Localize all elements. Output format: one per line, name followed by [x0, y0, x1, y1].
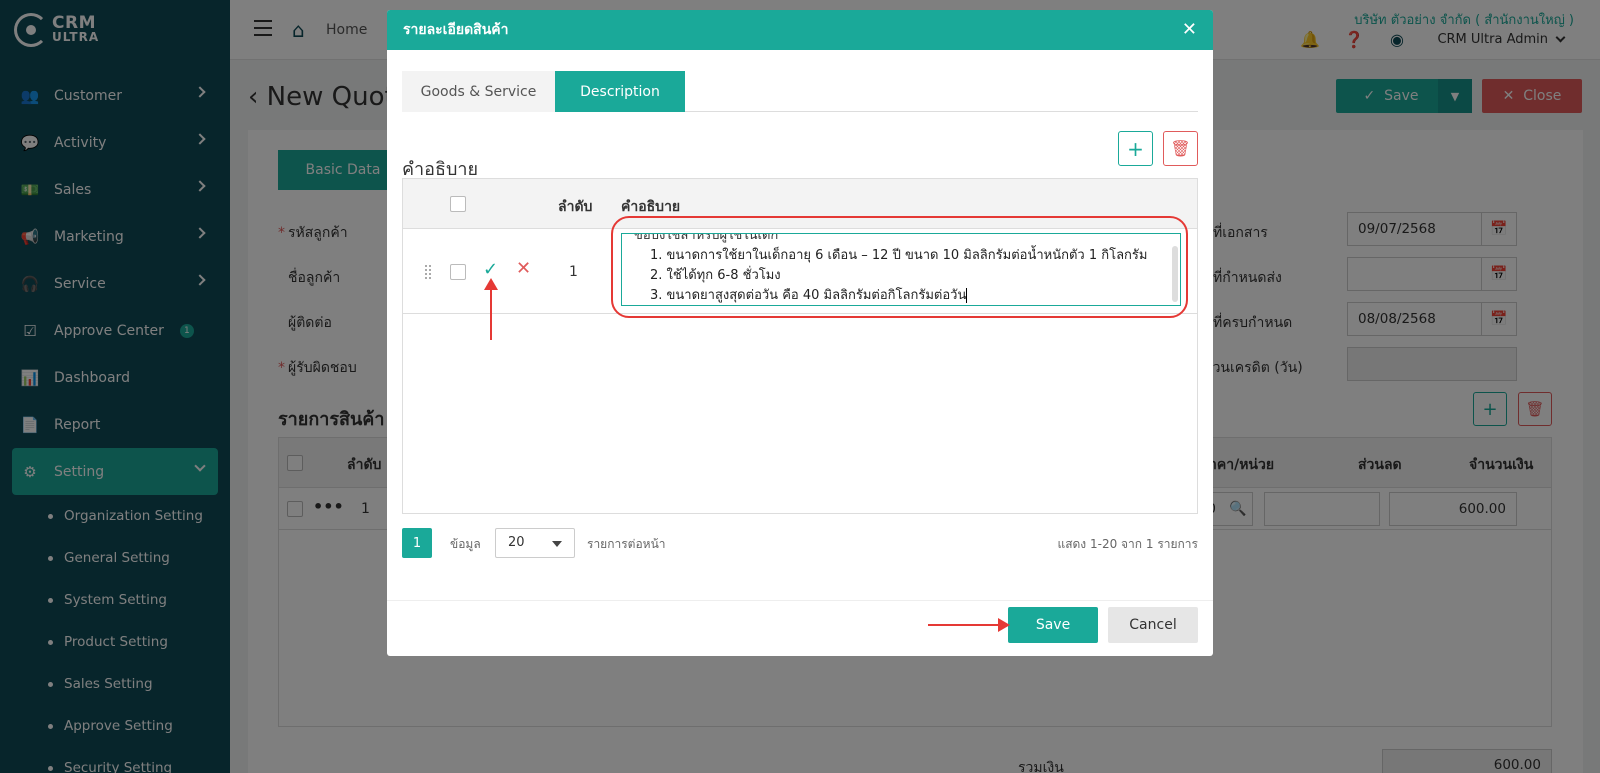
- page-button-1[interactable]: 1: [402, 528, 432, 558]
- row-number: 1: [569, 264, 578, 280]
- pager-label-data: ข้อมูล: [450, 537, 481, 551]
- pager-label-per-page: รายการต่อหน้า: [587, 537, 666, 551]
- annotation-arrow-up-icon: [484, 278, 498, 340]
- row-checkbox[interactable]: [450, 264, 466, 280]
- column-header-no: ลำดับ: [558, 199, 593, 215]
- tab-description[interactable]: Description: [555, 71, 685, 112]
- modal-tabs: Goods & Service Description: [402, 71, 1198, 112]
- pagination: 1 ข้อมูล 20 รายการต่อหน้า แสดง 1-20 จาก …: [402, 528, 1198, 558]
- product-detail-modal: รายละเอียดสินค้า ✕ Goods & Service Descr…: [387, 10, 1213, 656]
- annotation-arrow-right-icon: [928, 618, 1010, 632]
- delete-description-button[interactable]: 🗑: [1163, 131, 1198, 166]
- pager-summary: แสดง 1-20 จาก 1 รายการ: [1057, 537, 1198, 551]
- check-icon[interactable]: ✓: [483, 259, 498, 280]
- modal-title: รายละเอียดสินค้า: [403, 22, 509, 38]
- modal-divider: [387, 600, 1213, 601]
- close-icon[interactable]: ✕: [1182, 19, 1197, 40]
- modal-header: รายละเอียดสินค้า ✕: [387, 10, 1213, 50]
- modal-cancel-button[interactable]: Cancel: [1108, 607, 1198, 643]
- annotation-highlight-textarea: [611, 216, 1188, 318]
- modal-save-button[interactable]: Save: [1008, 607, 1098, 643]
- page-size-select[interactable]: 20: [495, 528, 575, 558]
- close-icon[interactable]: ✕: [516, 258, 531, 279]
- tab-goods-service[interactable]: Goods & Service: [402, 71, 555, 112]
- column-header-description: คำอธิบาย: [621, 199, 681, 215]
- select-all-checkbox[interactable]: [450, 196, 466, 212]
- drag-handle-icon[interactable]: [425, 265, 431, 279]
- caret-down-icon: [552, 541, 562, 547]
- add-description-button[interactable]: +: [1118, 131, 1153, 166]
